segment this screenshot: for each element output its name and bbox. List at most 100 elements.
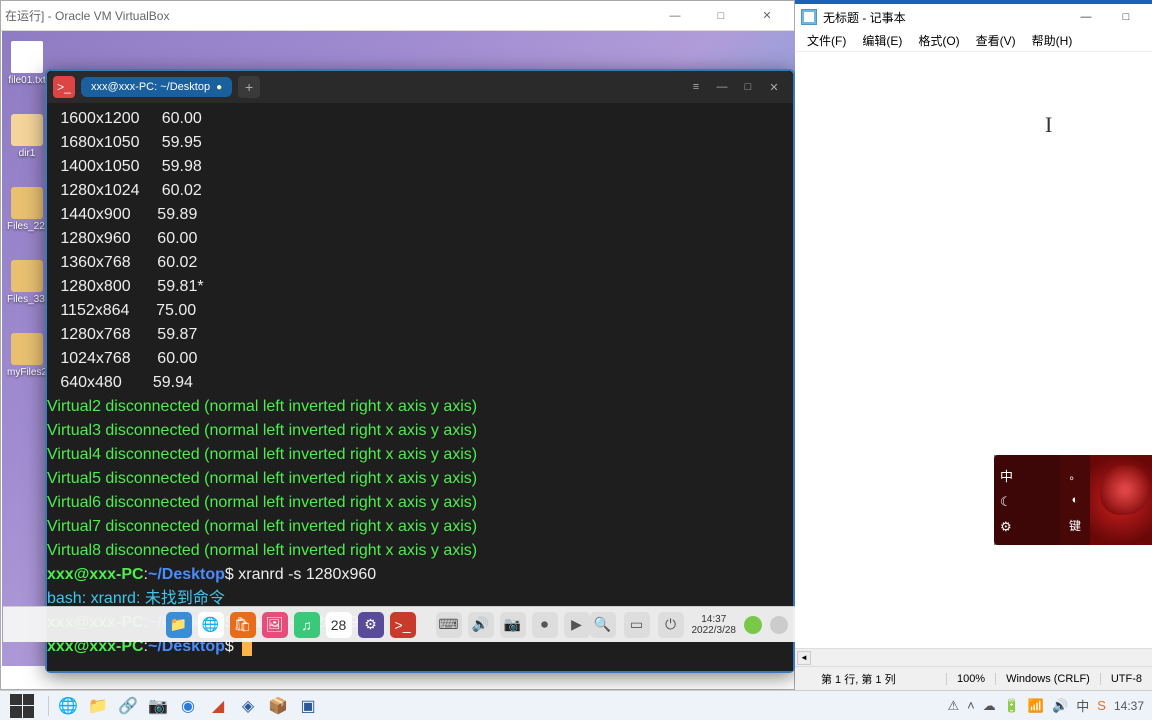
menu-编辑(E)[interactable]: 编辑(E) (854, 30, 910, 51)
terminal-new-tab-button[interactable]: + (238, 76, 260, 98)
tray-onedrive-icon[interactable]: ☁ (983, 698, 996, 714)
notepad-maximize-button[interactable]: □ (1106, 5, 1146, 29)
notepad-statusbar: 第 1 行, 第 1 列 100% Windows (CRLF) UTF-8 (795, 666, 1152, 690)
desktop-icon-myFiles2.ar.gz[interactable]: myFiles2.ar.gz (7, 333, 47, 378)
taskbar-share-icon[interactable]: 🔗 (113, 693, 143, 719)
disconnected-line: Virtual3 disconnected (normal left inver… (47, 419, 793, 443)
terminal-body[interactable]: 1600x1200 60.00 1680x1050 59.95 1400x105… (47, 103, 793, 671)
vbox-minimize-button[interactable]: — (652, 2, 698, 30)
disconnected-line: Virtual8 disconnected (normal left inver… (47, 539, 793, 563)
terminal-menu-button[interactable]: ≡ (683, 74, 709, 100)
mode-line: 1600x1200 60.00 (47, 107, 793, 131)
tray-volume-icon[interactable]: 🔊 (1052, 698, 1068, 714)
dock-calendar-icon[interactable]: 28 (326, 612, 352, 638)
ime-key-label[interactable]: 键 (1069, 517, 1081, 534)
tray-battery-icon[interactable]: 🔋 (1004, 698, 1020, 714)
mode-line: 1280x768 59.87 (47, 323, 793, 347)
terminal-minimize-button[interactable]: — (709, 74, 735, 100)
dock-power-icon[interactable]: ⏻ (658, 612, 684, 638)
vbox-close-button[interactable]: ✕ (744, 2, 790, 30)
terminal-maximize-button[interactable]: □ (735, 74, 761, 100)
desktop-icon-Files_333[interactable]: Files_333 (7, 260, 47, 305)
tar-icon (11, 333, 43, 365)
taskbar-edge-icon[interactable]: 🌐 (53, 693, 83, 719)
dock-record-icon[interactable]: ⏺ (532, 612, 558, 638)
dock-music-icon[interactable]: ♫ (294, 612, 320, 638)
tray-sogou-icon[interactable]: S (1097, 698, 1106, 713)
notepad-window: 无标题 - 记事本 — □ 文件(F)编辑(E)格式(O)查看(V)帮助(H) … (795, 0, 1152, 690)
terminal-tab-close-icon[interactable]: ● (216, 82, 222, 93)
tray-warning-icon[interactable]: ⚠ (947, 698, 959, 714)
tray-chevron-up-icon[interactable]: ˄ (967, 698, 975, 713)
taskbar-camera-icon[interactable]: 📷 (143, 693, 173, 719)
ime-punct-icon[interactable]: 。 (1070, 467, 1081, 483)
dock-search-icon[interactable]: 🔍 (590, 612, 616, 638)
taskbar-app1-icon[interactable]: ◉ (173, 693, 203, 719)
dock-settings-icon[interactable]: ⚙ (358, 612, 384, 638)
dock-browser-icon[interactable]: 🌐 (198, 612, 224, 638)
desktop-icon-Files_222.ar[interactable]: Files_222.ar (7, 187, 47, 232)
vbox-maximize-button[interactable]: □ (698, 2, 744, 30)
dock-status-icon[interactable] (744, 616, 762, 634)
file-icon (11, 41, 43, 73)
desktop-icon-file01.txt[interactable]: file01.txt (7, 41, 47, 86)
dock-notification-icon[interactable] (770, 616, 788, 634)
status-position: 第 1 行, 第 1 列 (811, 671, 906, 687)
taskbar-app4-icon[interactable]: 📦 (263, 693, 293, 719)
status-zoom: 100% (946, 673, 995, 685)
terminal-tab-label: xxx@xxx-PC: ~/Desktop (91, 81, 210, 93)
vbox-title: 在运行] - Oracle VM VirtualBox (5, 7, 652, 24)
menu-文件(F)[interactable]: 文件(F) (799, 30, 854, 51)
mode-line: 1680x1050 59.95 (47, 131, 793, 155)
dock-store-icon[interactable]: 🛍 (230, 612, 256, 638)
ime-floating-panel[interactable]: 中 ☾ ⚙ 。 ◐ 键 (994, 455, 1152, 545)
notepad-titlebar[interactable]: 无标题 - 记事本 — □ (795, 4, 1152, 30)
vbox-titlebar[interactable]: 在运行] - Oracle VM VirtualBox — □ ✕ (1, 1, 794, 31)
menu-帮助(H)[interactable]: 帮助(H) (1024, 30, 1081, 51)
dock-play-icon[interactable]: ▶ (564, 612, 590, 638)
scroll-left-icon[interactable]: ◄ (797, 651, 811, 665)
tray-ime-icon[interactable]: 中 (1076, 696, 1089, 715)
terminal-window: >_ xxx@xxx-PC: ~/Desktop ● + ≡ — □ ✕ 160… (45, 69, 795, 673)
guest-desktop[interactable]: file01.txt dir1 Files_222.ar Files_333 myFil… (2, 31, 795, 666)
disconnected-line: Virtual5 disconnected (normal left inver… (47, 467, 793, 491)
taskbar-app2-icon[interactable]: ◢ (203, 693, 233, 719)
terminal-tab[interactable]: xxx@xxx-PC: ~/Desktop ● (81, 77, 232, 97)
tray-clock[interactable]: 14:37 (1114, 699, 1144, 713)
menu-格式(O)[interactable]: 格式(O) (910, 30, 967, 51)
dock-volume-icon[interactable]: 🔊 (468, 612, 494, 638)
taskbar-virtualbox-icon[interactable]: ▣ (293, 693, 323, 719)
dock-photos-icon[interactable]: 🖼 (262, 612, 288, 638)
tray-wifi-icon[interactable]: 📶 (1028, 698, 1044, 714)
dock-screenshot-icon[interactable]: 📷 (500, 612, 526, 638)
terminal-close-button[interactable]: ✕ (761, 74, 787, 100)
terminal-titlebar[interactable]: >_ xxx@xxx-PC: ~/Desktop ● + ≡ — □ ✕ (47, 71, 793, 103)
ime-gear-icon[interactable]: ⚙ (1000, 519, 1054, 535)
dock-clock[interactable]: 14:37 2022/3/28 (692, 614, 737, 636)
icon-label: myFiles2.ar.gz (7, 367, 47, 378)
taskbar-explorer-icon[interactable]: 📁 (83, 693, 113, 719)
mode-line: 1280x960 60.00 (47, 227, 793, 251)
mode-line: 1360x768 60.02 (47, 251, 793, 275)
dock-terminal-icon[interactable]: >_ (390, 612, 416, 638)
notepad-text-area[interactable]: I (795, 52, 1152, 648)
desktop-icon-dir1[interactable]: dir1 (7, 114, 47, 159)
dock-multitask-icon[interactable]: ▭ (624, 612, 650, 638)
notepad-horizontal-scrollbar[interactable]: ◄ (795, 648, 1152, 666)
terminal-app-icon: >_ (53, 76, 75, 98)
ime-mode-label[interactable]: 中 (1000, 466, 1054, 485)
menu-查看(V)[interactable]: 查看(V) (968, 30, 1024, 51)
start-button[interactable] (10, 694, 34, 718)
mode-line: 1152x864 75.00 (47, 299, 793, 323)
disconnected-line: Virtual4 disconnected (normal left inver… (47, 443, 793, 467)
notepad-minimize-button[interactable]: — (1066, 5, 1106, 29)
ime-skin-image (1090, 455, 1152, 545)
dock-files-icon[interactable]: 📁 (166, 612, 192, 638)
ime-width-icon[interactable]: ◐ (1072, 494, 1079, 506)
virtualbox-window: 在运行] - Oracle VM VirtualBox — □ ✕ file01… (0, 0, 795, 690)
system-tray: ⚠ ˄ ☁ 🔋 📶 🔊 中 S 14:37 (947, 696, 1152, 715)
taskbar-app3-icon[interactable]: ◈ (233, 693, 263, 719)
dock-keyboard-icon[interactable]: ⌨ (436, 612, 462, 638)
ime-moon-icon[interactable]: ☾ (1000, 494, 1054, 510)
mode-line: 640x480 59.94 (47, 371, 793, 395)
